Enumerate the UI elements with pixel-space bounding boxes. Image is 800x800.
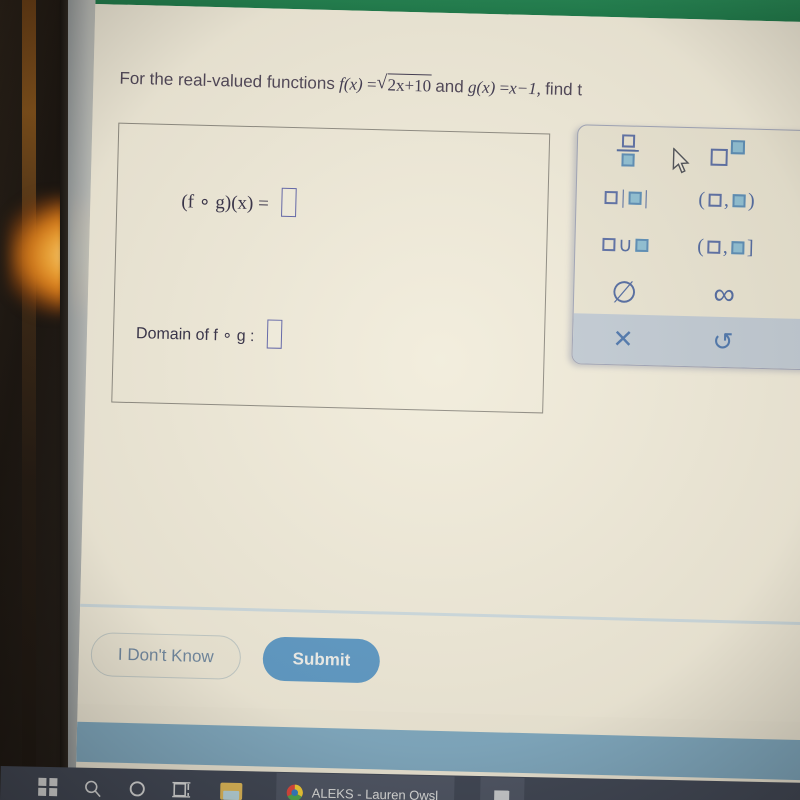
clear-key[interactable]: ✕ <box>572 313 673 366</box>
undo-key[interactable]: ↺ <box>672 316 773 369</box>
negative-infinity-key[interactable]: -∞ <box>774 273 800 323</box>
monitor-photo: For the real-valued functions f(x) =2x+1… <box>0 0 800 800</box>
conjunction-and: and <box>435 76 464 97</box>
function-g-arg: (x) <box>476 77 496 98</box>
union-icon: ∪ <box>601 232 649 258</box>
windows-logo-icon <box>38 777 57 797</box>
problem-tail: find t <box>544 79 583 100</box>
math-keypad-panel: , || (,) [, ∪ (,] <box>571 124 800 372</box>
union-key[interactable]: ∪ <box>575 220 676 270</box>
search-icon <box>84 780 101 797</box>
taskbar-search-button[interactable] <box>83 778 102 797</box>
open-closed-interval-key[interactable]: (,] <box>675 223 776 273</box>
footer-buttons: I Don't Know Submit <box>90 632 381 684</box>
function-g-rhs: x−1, <box>508 78 542 99</box>
composition-input[interactable] <box>281 187 297 218</box>
infinity-key[interactable]: ∞ <box>674 270 775 320</box>
open-interval-key[interactable]: (,) <box>676 175 777 225</box>
bezel-warm-edge <box>22 0 36 800</box>
radicand-f: 2x+10 <box>387 73 432 97</box>
domain-input[interactable] <box>266 319 283 349</box>
absolute-value-icon: | | <box>604 186 648 210</box>
aleks-page: For the real-valued functions f(x) =2x+1… <box>74 3 800 781</box>
absolute-value-key[interactable]: | | <box>576 173 677 223</box>
taskbar-chrome-label: ALEKS - Lauren Owsl <box>311 785 439 800</box>
power-key[interactable] <box>677 128 778 178</box>
open-interval-icon: (,) <box>698 188 756 212</box>
equals-2: = <box>499 78 510 98</box>
open-closed-interval-icon: (,] <box>696 235 754 259</box>
fraction-icon <box>616 133 639 167</box>
window-icon <box>494 789 510 800</box>
empty-set-key[interactable]: ∅ <box>574 268 675 318</box>
submit-button[interactable]: Submit <box>262 636 381 684</box>
taskbar-second-task[interactable] <box>479 777 525 800</box>
equals-1: = <box>366 74 377 95</box>
screen-content: For the real-valued functions f(x) =2x+1… <box>74 0 800 800</box>
taskbar-task-view-button[interactable] <box>171 781 194 799</box>
domain-row: Domain of f ∘ g : <box>136 316 283 349</box>
cortana-circle-icon <box>129 781 145 797</box>
taskbar-cortana-button[interactable] <box>128 780 146 798</box>
undo-icon: ↺ <box>712 327 734 357</box>
answer-box: (f ∘ g)(x) = Domain of f ∘ g : <box>111 122 551 414</box>
problem-statement: For the real-valued functions f(x) =2x+1… <box>119 67 800 108</box>
math-keypad-toolbar: ✕ ↺ ? <box>572 313 800 371</box>
folder-icon <box>219 782 242 800</box>
empty-set-icon: ∅ <box>610 275 638 310</box>
domain-label: Domain of f ∘ g : <box>135 325 255 346</box>
list-comma-key[interactable]: , <box>777 130 800 180</box>
half-open-interval-key[interactable]: [, <box>776 178 800 228</box>
help-key[interactable]: ? <box>772 318 800 371</box>
infinity-icon: ∞ <box>713 277 736 312</box>
composition-label: (f ∘ g)(x) = <box>181 191 270 215</box>
closed-interval-key[interactable]: [, <box>775 225 800 275</box>
windows-start-button[interactable] <box>38 777 57 797</box>
task-view-icon <box>171 781 190 798</box>
fraction-key[interactable] <box>577 125 678 175</box>
close-icon: ✕ <box>612 325 634 354</box>
taskbar-file-explorer-button[interactable] <box>219 782 242 800</box>
footer-divider <box>74 603 800 627</box>
chrome-icon <box>286 784 303 800</box>
i-dont-know-button[interactable]: I Don't Know <box>90 632 242 680</box>
taskbar-chrome-task[interactable]: ALEKS - Lauren Owsl <box>275 772 455 800</box>
problem-lead: For the real-valued functions <box>119 68 336 94</box>
composition-row: (f ∘ g)(x) = <box>181 185 297 218</box>
square-root-icon: 2x+10 <box>376 73 432 97</box>
function-f-arg: (x) <box>343 74 363 94</box>
power-icon <box>710 139 746 166</box>
